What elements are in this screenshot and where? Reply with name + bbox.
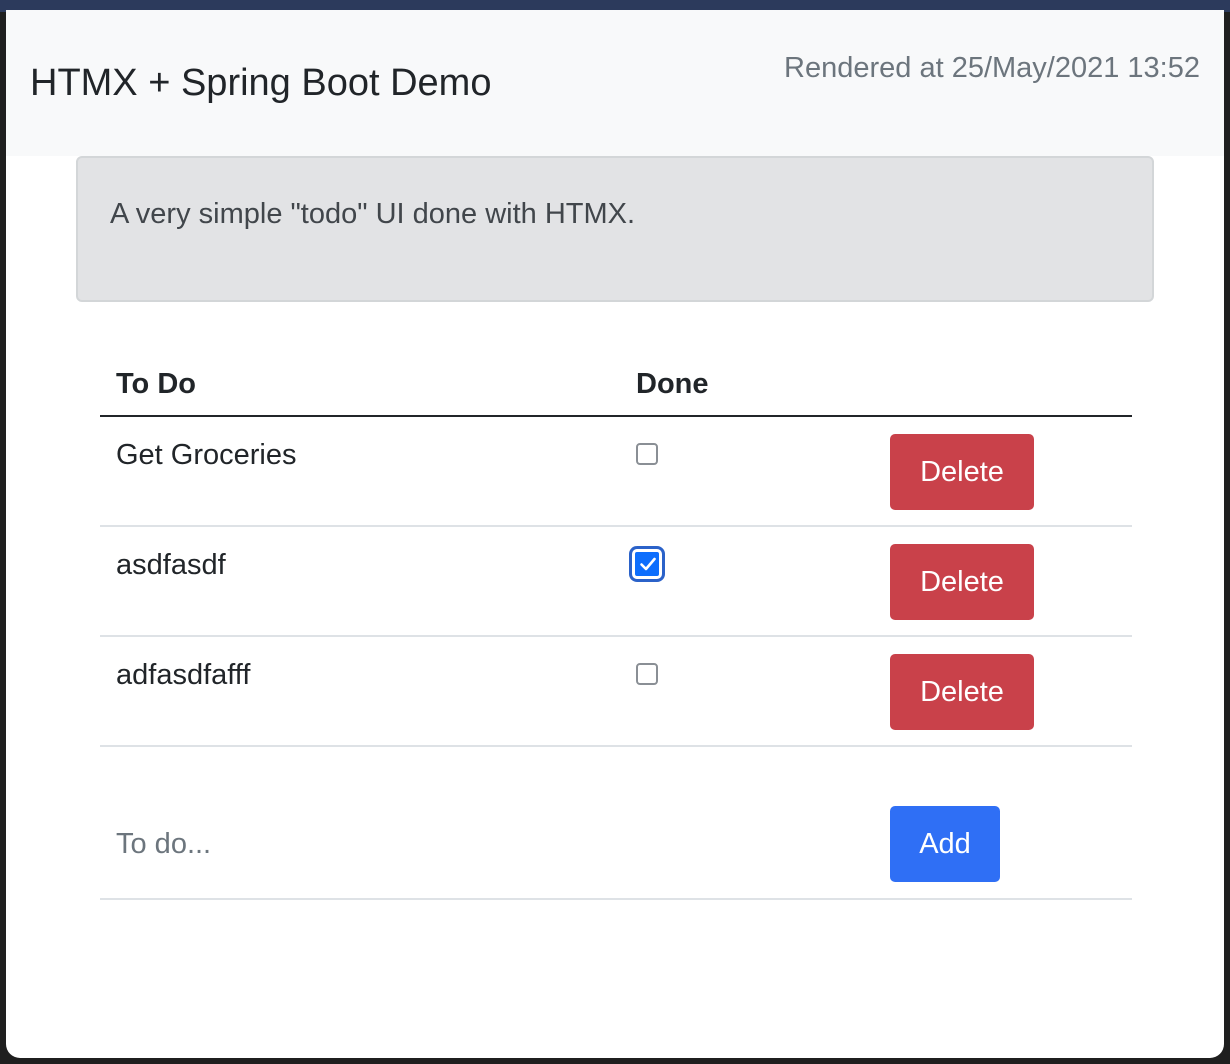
rendered-timestamp: Rendered at 25/May/2021 13:52 — [784, 52, 1200, 84]
done-checkbox[interactable] — [632, 549, 662, 579]
app-window: HTMX + Spring Boot Demo Rendered at 25/M… — [6, 10, 1224, 1058]
table-row: asdfasdf Delete — [100, 527, 1132, 637]
todo-input[interactable] — [102, 814, 662, 874]
delete-button[interactable]: Delete — [890, 434, 1034, 510]
table-row: Get Groceries Delete — [100, 417, 1132, 527]
column-header-todo: To Do — [116, 368, 196, 400]
intro-text: A very simple "todo" UI done with HTMX. — [110, 198, 636, 230]
navbar-brand[interactable]: HTMX + Spring Boot Demo — [30, 62, 491, 105]
todo-label: Get Groceries — [116, 439, 297, 471]
table-row: adfasdfafff Delete — [100, 637, 1132, 747]
add-button[interactable]: Add — [890, 806, 1000, 882]
checkmark-icon — [640, 557, 656, 571]
todo-label: asdfasdf — [116, 549, 226, 581]
delete-button[interactable]: Delete — [890, 544, 1034, 620]
add-todo-row: Add — [100, 790, 1132, 900]
delete-button[interactable]: Delete — [890, 654, 1034, 730]
navbar: HTMX + Spring Boot Demo Rendered at 25/M… — [6, 10, 1224, 156]
column-header-done: Done — [636, 368, 709, 400]
todo-label: adfasdfafff — [116, 659, 251, 691]
intro-alert: A very simple "todo" UI done with HTMX. — [76, 156, 1154, 302]
done-checkbox[interactable] — [636, 663, 658, 685]
done-checkbox[interactable] — [636, 443, 658, 465]
